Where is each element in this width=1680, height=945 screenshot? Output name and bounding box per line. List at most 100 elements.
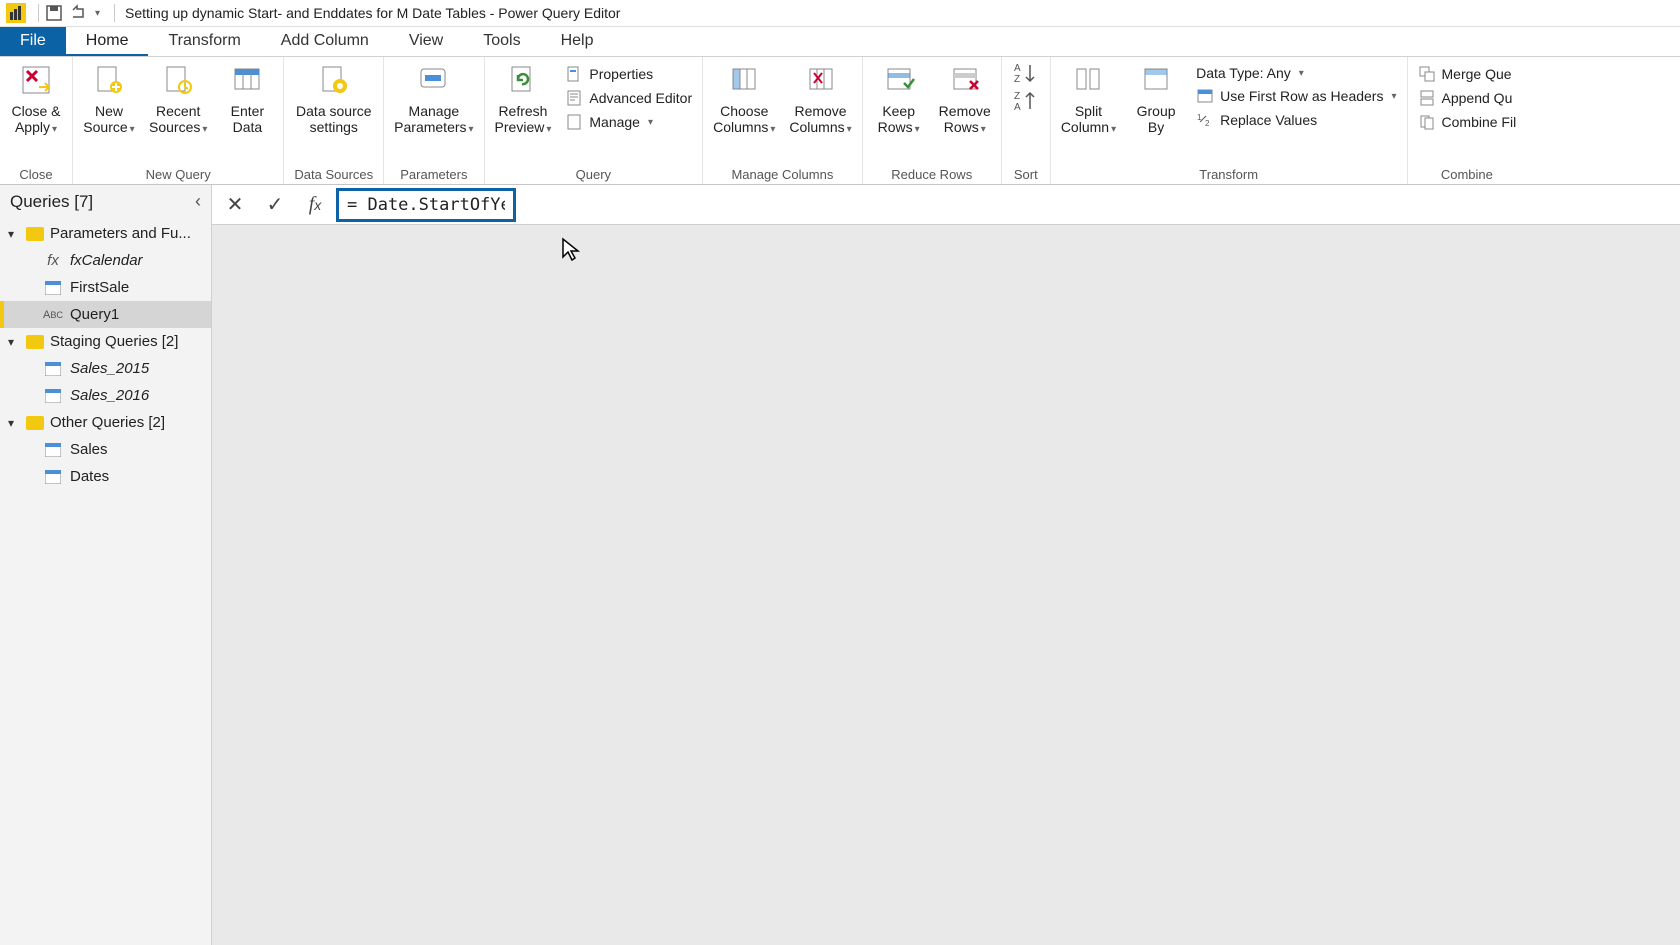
svg-text:Z: Z <box>1014 91 1020 102</box>
folder-staging[interactable]: ▾ Staging Queries [2] <box>0 328 211 355</box>
svg-text:A: A <box>1014 63 1021 74</box>
remove-rows-button[interactable]: Remove Rows▾ <box>939 61 991 136</box>
group-transform-label: Transform <box>1199 167 1258 182</box>
queries-sidebar: Queries [7] ‹ ▾ Parameters and Fu... fx … <box>0 185 212 945</box>
combine-files-button[interactable]: Combine Fil <box>1418 111 1517 133</box>
query-query1[interactable]: ABC Query1 <box>0 301 211 328</box>
collapse-sidebar-icon[interactable]: ‹ <box>195 191 201 212</box>
table-icon <box>44 470 62 484</box>
close-apply-icon <box>17 61 55 99</box>
recent-sources-button[interactable]: Recent Sources▾ <box>149 61 207 136</box>
query-sales2016[interactable]: Sales_2016 <box>0 382 211 409</box>
tab-file[interactable]: File <box>0 27 66 56</box>
group-combine-label: Combine <box>1441 167 1493 182</box>
save-icon[interactable] <box>45 4 63 22</box>
tab-help[interactable]: Help <box>541 27 614 56</box>
sidebar-title: Queries [7] <box>10 192 93 212</box>
folder-icon <box>26 335 44 349</box>
query-firstsale[interactable]: FirstSale <box>0 274 211 301</box>
tab-home[interactable]: Home <box>66 27 149 56</box>
append-queries-button[interactable]: Append Qu <box>1418 87 1517 109</box>
window-title: Setting up dynamic Start- and Enddates f… <box>125 5 620 21</box>
refresh-icon <box>504 61 542 99</box>
group-query-label: Query <box>576 167 611 182</box>
fx-icon[interactable]: fx <box>296 189 334 221</box>
table-icon <box>44 362 62 376</box>
refresh-preview-button[interactable]: Refresh Preview▾ <box>495 61 552 136</box>
query-sales[interactable]: Sales <box>0 436 211 463</box>
remove-rows-icon <box>946 61 984 99</box>
qat-dropdown-icon[interactable]: ▾ <box>95 8 100 19</box>
group-datasources-label: Data Sources <box>294 167 373 182</box>
recent-sources-icon <box>159 61 197 99</box>
query-fxcalendar[interactable]: fx fxCalendar <box>0 247 211 274</box>
remove-columns-button[interactable]: Remove Columns▾ <box>789 61 851 136</box>
group-by-icon <box>1137 61 1175 99</box>
group-reducerows-label: Reduce Rows <box>891 167 972 182</box>
folder-parameters[interactable]: ▾ Parameters and Fu... <box>0 220 211 247</box>
data-source-settings-button[interactable]: Data source settings <box>296 61 371 135</box>
replace-values-icon: 12 <box>1196 111 1214 129</box>
enter-data-icon <box>228 61 266 99</box>
append-icon <box>1418 89 1436 107</box>
new-source-button[interactable]: New Source▾ <box>83 61 135 136</box>
sort-asc-button[interactable]: AZ <box>1012 61 1040 85</box>
sort-desc-button[interactable]: ZA <box>1012 89 1040 113</box>
manage-parameters-icon <box>415 61 453 99</box>
svg-text:Z: Z <box>1014 74 1020 85</box>
cancel-formula-button[interactable]: ✕ <box>216 189 254 221</box>
group-newquery-label: New Query <box>146 167 211 182</box>
properties-button[interactable]: Properties <box>565 63 692 85</box>
enter-data-button[interactable]: Enter Data <box>221 61 273 135</box>
advanced-editor-button[interactable]: Advanced Editor <box>565 87 692 109</box>
tab-add-column[interactable]: Add Column <box>261 27 389 56</box>
choose-columns-button[interactable]: Choose Columns▾ <box>713 61 775 136</box>
folder-icon <box>26 227 44 241</box>
combine-files-icon <box>1418 113 1436 131</box>
tab-tools[interactable]: Tools <box>463 27 540 56</box>
query-dates[interactable]: Dates <box>0 463 211 490</box>
group-parameters-label: Parameters <box>400 167 467 182</box>
advanced-editor-icon <box>565 89 583 107</box>
table-icon <box>44 389 62 403</box>
tab-transform[interactable]: Transform <box>148 27 260 56</box>
query-sales2015[interactable]: Sales_2015 <box>0 355 211 382</box>
replace-values-button[interactable]: 12 Replace Values <box>1196 109 1396 131</box>
quick-access-toolbar: ▾ <box>45 4 100 22</box>
merge-queries-button[interactable]: Merge Que <box>1418 63 1517 85</box>
formula-bar: ✕ ✓ fx <box>212 185 1680 225</box>
powerbi-icon <box>6 3 26 23</box>
abc-icon: ABC <box>44 308 62 322</box>
manage-button[interactable]: Manage▾ <box>565 111 692 133</box>
mouse-cursor-icon <box>560 237 582 263</box>
group-managecols-label: Manage Columns <box>731 167 833 182</box>
close-apply-button[interactable]: Close & Apply▾ <box>10 61 62 136</box>
title-bar: ▾ Setting up dynamic Start- and Enddates… <box>0 0 1680 27</box>
properties-icon <box>565 65 583 83</box>
ribbon-tabs: File Home Transform Add Column View Tool… <box>0 27 1680 57</box>
table-icon <box>44 443 62 457</box>
group-sort-label: Sort <box>1014 167 1038 182</box>
manage-parameters-button[interactable]: Manage Parameters▾ <box>394 61 473 136</box>
folder-other[interactable]: ▾ Other Queries [2] <box>0 409 211 436</box>
folder-icon <box>26 416 44 430</box>
split-column-button[interactable]: Split Column▾ <box>1061 61 1116 136</box>
svg-text:A: A <box>1014 102 1021 113</box>
tab-view[interactable]: View <box>389 27 463 56</box>
new-source-icon <box>90 61 128 99</box>
preview-canvas <box>212 225 1680 945</box>
keep-rows-button[interactable]: Keep Rows▾ <box>873 61 925 136</box>
data-type-button[interactable]: Data Type: Any▾ <box>1196 63 1396 83</box>
group-by-button[interactable]: Group By <box>1130 61 1182 135</box>
manage-icon <box>565 113 583 131</box>
choose-columns-icon <box>725 61 763 99</box>
merge-icon <box>1418 65 1436 83</box>
formula-input[interactable] <box>336 188 516 222</box>
accept-formula-button[interactable]: ✓ <box>256 189 294 221</box>
remove-columns-icon <box>802 61 840 99</box>
undo-icon[interactable] <box>69 4 87 22</box>
first-row-headers-button[interactable]: Use First Row as Headers▾ <box>1196 85 1396 107</box>
ribbon: Close & Apply▾ Close New Source▾ Recen <box>0 57 1680 185</box>
table-icon <box>44 281 62 295</box>
keep-rows-icon <box>880 61 918 99</box>
